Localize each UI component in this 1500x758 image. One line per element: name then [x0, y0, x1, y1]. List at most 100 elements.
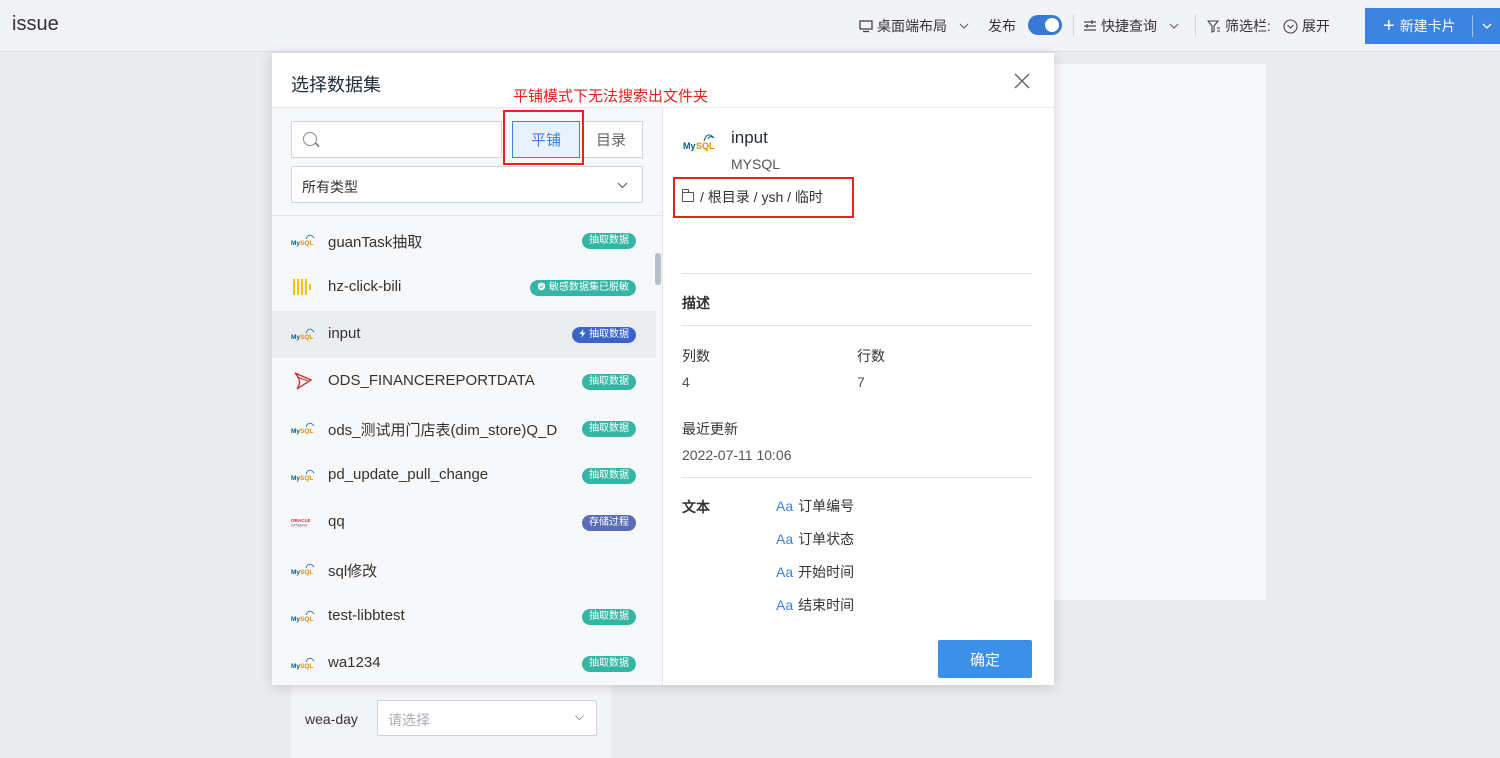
columns-label: 列数 — [682, 348, 710, 364]
tab-directory[interactable]: 目录 — [580, 121, 643, 158]
chevron-down-icon[interactable] — [1482, 17, 1492, 35]
button-divider — [1472, 15, 1473, 37]
field-name: 开始时间 — [798, 564, 855, 580]
updated-label: 最近更新 — [682, 421, 738, 437]
svg-text:My: My — [291, 240, 300, 247]
badge-label: 抽取数据 — [589, 470, 629, 481]
dataset-name: ODS_FINANCEREPORTDATA — [328, 372, 535, 389]
text-type-icon: Aa — [776, 597, 794, 613]
mysql-icon: My SQL — [291, 465, 315, 485]
field-name: 订单编号 — [798, 498, 855, 514]
dataset-row[interactable]: ODS_FINANCEREPORTDATA 抽取数据 — [272, 358, 656, 405]
dataset-badge: 抽取数据 — [582, 609, 636, 625]
dataset-row[interactable]: My SQL input 抽取数据 — [272, 311, 656, 358]
dataset-row[interactable]: hz-click-bili 敏感数据集已脱敏 — [272, 264, 656, 311]
svg-text:SQL: SQL — [300, 428, 313, 435]
badge-label: 抽取数据 — [589, 329, 629, 340]
filter-bar-toggle[interactable]: 筛选栏: 展开 — [1207, 16, 1330, 36]
text-fields-label: 文本 — [682, 499, 710, 515]
svg-text:DATABASE: DATABASE — [291, 524, 309, 528]
filter-label: wea-day — [305, 711, 358, 727]
badge-label: 抽取数据 — [589, 423, 629, 434]
close-icon[interactable] — [1014, 73, 1030, 89]
clickhouse-icon — [291, 277, 315, 297]
dataset-db-type: MYSQL — [731, 156, 781, 172]
search-field[interactable] — [291, 121, 502, 158]
list-divider — [272, 215, 662, 216]
filter-select[interactable]: 请选择 ⌵ — [377, 700, 597, 736]
field-item: Aa 开始时间 — [776, 562, 854, 582]
dataset-row[interactable]: My SQL ods_测试用门店表(dim_store)Q_D 抽取数据 — [272, 405, 656, 452]
field-item: Aa 订单编号 — [776, 496, 854, 516]
mysql-icon: My SQL — [291, 559, 315, 579]
layout-dropdown[interactable]: 桌面端布局 — [859, 16, 969, 36]
new-card-label: 新建卡片 — [1399, 18, 1456, 34]
publish-toggle[interactable] — [1028, 15, 1062, 35]
rows-label: 行数 — [857, 348, 885, 364]
svg-text:My: My — [291, 334, 300, 341]
svg-text:SQL: SQL — [300, 240, 313, 247]
background-filter: wea-day 请选择 ⌵ — [291, 684, 611, 758]
dataset-badge: 抽取数据 — [582, 468, 636, 484]
chevron-down-icon: ⌵ — [574, 709, 584, 723]
plus-icon: + — [1383, 15, 1395, 37]
dataset-row[interactable]: My SQL test-libbtest 抽取数据 — [272, 593, 656, 640]
svg-text:SQL: SQL — [300, 569, 313, 576]
sqlserver-icon — [291, 371, 315, 391]
new-card-button[interactable]: + 新建卡片 — [1365, 8, 1500, 44]
chevron-down-icon — [959, 23, 969, 29]
oracle-icon: ORACLE DATABASE — [291, 512, 315, 532]
updated-value: 2022-07-11 10:06 — [682, 447, 792, 463]
field-item: Aa 订单状态 — [776, 529, 854, 549]
dataset-badge: 敏感数据集已脱敏 — [530, 280, 636, 296]
svg-text:SQL: SQL — [696, 141, 715, 151]
svg-text:My: My — [291, 475, 300, 482]
search-icon — [303, 132, 317, 146]
monitor-icon — [859, 19, 873, 32]
svg-text:My: My — [291, 663, 300, 670]
text-type-icon: Aa — [776, 531, 794, 547]
dataset-name: input — [328, 325, 361, 342]
dataset-row[interactable]: My SQL sql修改 — [272, 546, 656, 593]
dataset-list-pane: 平铺 目录 所有类型 My SQL guanTask抽取 抽取数据 hz-click-b… — [272, 108, 663, 685]
svg-text:My: My — [291, 569, 300, 576]
list-scrollbar[interactable] — [655, 253, 661, 285]
search-input[interactable] — [324, 128, 494, 152]
dataset-list: My SQL guanTask抽取 抽取数据 hz-click-bili 敏感数据集已脱敏… — [272, 217, 656, 687]
dataset-badge: 存储过程 — [582, 515, 636, 531]
dataset-row[interactable]: My SQL wa1234 抽取数据 — [272, 640, 656, 687]
dataset-row[interactable]: My SQL guanTask抽取 抽取数据 — [272, 217, 656, 264]
header-divider — [1195, 14, 1196, 36]
dataset-row[interactable]: My SQL pd_update_pull_change 抽取数据 — [272, 452, 656, 499]
annotation-box-flat — [503, 110, 584, 165]
svg-text:My: My — [683, 141, 696, 151]
rows-value: 7 — [857, 374, 865, 390]
dataset-name: guanTask抽取 — [328, 234, 423, 251]
badge-label: 抽取数据 — [589, 376, 629, 387]
dataset-badge: 抽取数据 — [582, 233, 636, 249]
dataset-name: qq — [328, 513, 345, 530]
dataset-title: input — [731, 128, 768, 147]
publish-label: 发布 — [988, 18, 1016, 34]
header-divider — [1073, 14, 1074, 36]
field-name: 订单状态 — [798, 531, 855, 547]
dataset-name: ods_测试用门店表(dim_store)Q_D — [328, 422, 558, 439]
dataset-name: pd_update_pull_change — [328, 466, 489, 483]
mysql-icon: My SQL — [291, 653, 315, 673]
section-divider — [681, 325, 1032, 326]
mysql-icon: My SQL — [291, 230, 315, 250]
badge-label: 抽取数据 — [589, 235, 629, 246]
quick-query-label: 快捷查询 — [1101, 18, 1157, 34]
quick-query-dropdown[interactable]: 快捷查询 — [1083, 16, 1179, 36]
background-card — [1054, 64, 1266, 600]
svg-text:SQL: SQL — [300, 475, 313, 482]
dataset-row[interactable]: ORACLE DATABASE qq 存储过程 — [272, 499, 656, 546]
svg-text:SQL: SQL — [300, 616, 313, 623]
annotation-box-path — [673, 177, 854, 218]
dataset-badge: 抽取数据 — [572, 327, 636, 343]
description-label: 描述 — [682, 295, 710, 311]
dataset-badge: 抽取数据 — [582, 421, 636, 437]
dataset-name: sql修改 — [328, 563, 378, 580]
confirm-button[interactable]: 确定 — [938, 640, 1032, 678]
type-select[interactable]: 所有类型 — [291, 166, 643, 203]
